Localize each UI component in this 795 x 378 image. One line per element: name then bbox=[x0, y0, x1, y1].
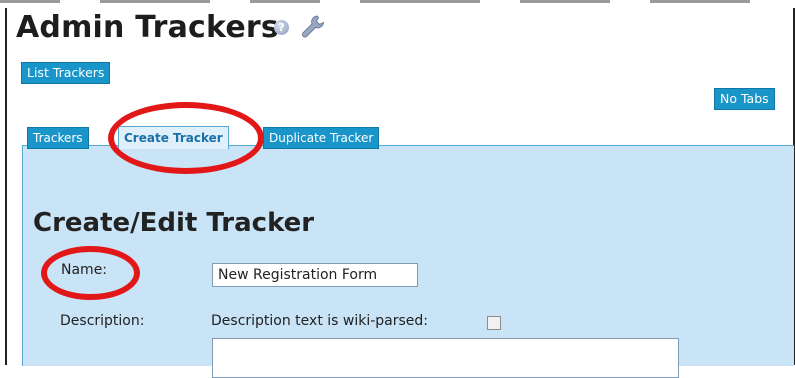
cropped-top-edge bbox=[0, 0, 795, 6]
description-textarea[interactable] bbox=[212, 338, 679, 378]
no-tabs-button[interactable]: No Tabs bbox=[714, 88, 775, 110]
form-heading: Create/Edit Tracker bbox=[33, 208, 315, 238]
tab-content-panel bbox=[22, 145, 794, 366]
page-title: Admin Trackers bbox=[16, 10, 279, 45]
wiki-parsed-label: Description text is wiki-parsed: bbox=[211, 313, 429, 329]
red-highlight-circle-create-tab bbox=[108, 102, 264, 174]
name-input[interactable] bbox=[212, 263, 418, 287]
description-label: Description: bbox=[60, 313, 145, 329]
tab-trackers[interactable]: Trackers bbox=[27, 127, 89, 149]
tab-duplicate-tracker[interactable]: Duplicate Tracker bbox=[263, 127, 380, 149]
list-trackers-button[interactable]: List Trackers bbox=[21, 62, 111, 84]
wiki-parsed-checkbox[interactable] bbox=[487, 316, 501, 330]
frame-border-left bbox=[5, 8, 7, 365]
red-highlight-circle-name-label bbox=[41, 246, 140, 300]
wrench-icon[interactable] bbox=[298, 13, 326, 41]
help-icon[interactable]: ? bbox=[274, 20, 289, 35]
